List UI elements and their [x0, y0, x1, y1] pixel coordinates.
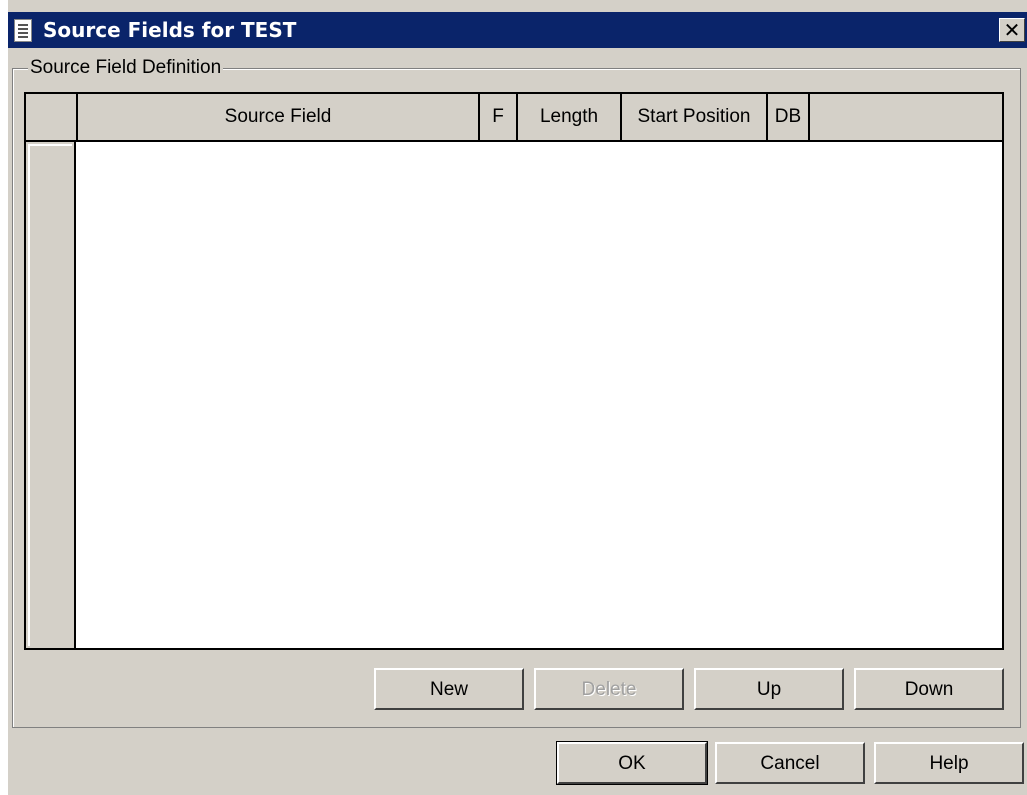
down-button-label: Down [904, 679, 954, 700]
group-label: Source Field Definition [28, 57, 224, 79]
down-button[interactable]: Down [854, 668, 1004, 710]
up-button[interactable]: Up [694, 668, 844, 710]
cancel-button[interactable]: Cancel [715, 742, 865, 784]
row-header-cell[interactable] [28, 144, 72, 646]
help-button-label: Help [929, 753, 969, 774]
column-header-source-field[interactable]: Source Field [78, 94, 480, 140]
column-header-length[interactable]: Length [518, 94, 622, 140]
ok-button[interactable]: OK [556, 741, 708, 785]
grid-body[interactable] [76, 142, 1002, 648]
close-button[interactable]: ✕ [999, 18, 1025, 42]
corner-header-cell[interactable] [26, 94, 78, 140]
window-title: Source Fields for TEST [43, 18, 297, 42]
column-header-f[interactable]: F [480, 94, 518, 140]
up-button-label: Up [756, 679, 782, 700]
column-header-filler [810, 94, 1002, 140]
close-icon: ✕ [1003, 20, 1021, 42]
help-button[interactable]: Help [874, 742, 1024, 784]
new-button[interactable]: New [374, 668, 524, 710]
dialog-window: Source Fields for TEST ✕ Source Field De… [8, 0, 1027, 795]
new-button-label: New [429, 679, 468, 700]
source-fields-grid[interactable]: Source Field F Length Start Position DB [24, 92, 1004, 650]
cancel-button-label: Cancel [760, 753, 820, 774]
ok-button-label: OK [618, 753, 646, 774]
column-header-db[interactable]: DB [768, 94, 810, 140]
delete-button[interactable]: Delete [534, 668, 684, 710]
document-icon [14, 19, 32, 42]
title-bar: Source Fields for TEST ✕ [8, 12, 1027, 48]
grid-header: Source Field F Length Start Position DB [26, 94, 1002, 142]
delete-button-label: Delete [581, 679, 637, 700]
column-header-start-position[interactable]: Start Position [622, 94, 768, 140]
row-header-column [26, 142, 76, 648]
